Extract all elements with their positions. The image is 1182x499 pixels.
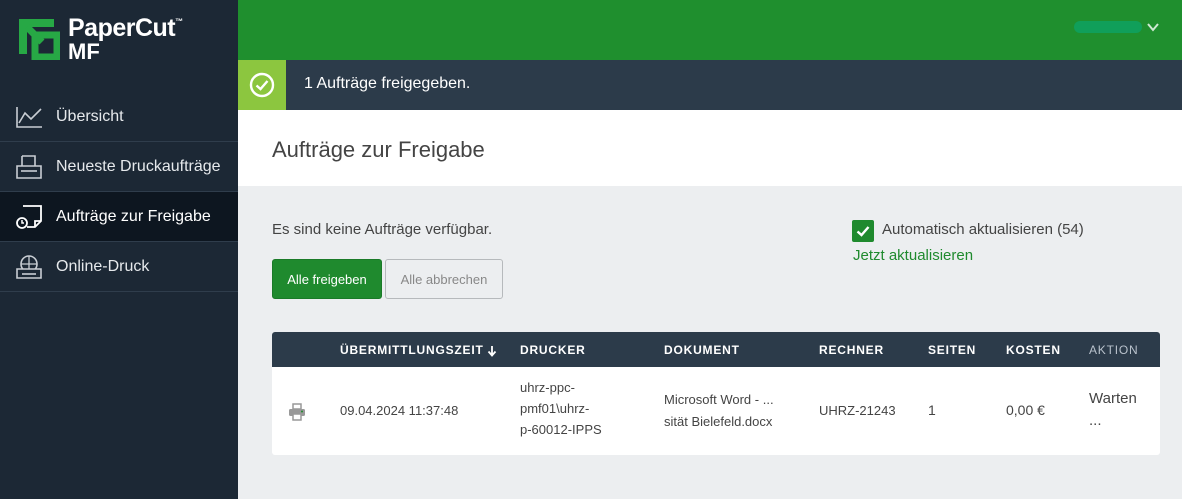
check-circle-icon xyxy=(249,72,275,98)
job-time: 09.04.2024 11:37:48 xyxy=(340,403,459,418)
column-header-document[interactable]: DOKUMENT xyxy=(664,343,740,357)
chart-icon xyxy=(14,103,44,131)
column-header-pages[interactable]: SEITEN xyxy=(928,343,976,357)
page-title: Aufträge zur Freigabe xyxy=(272,137,485,162)
sidebar-item-recent-jobs[interactable]: Neueste Druckaufträge xyxy=(0,142,238,192)
sidebar-item-label: Aufträge zur Freigabe xyxy=(56,207,211,225)
column-header-time[interactable]: ÜBERMITTLUNGSZEIT xyxy=(340,343,497,357)
job-cost: 0,00 € xyxy=(1006,402,1045,418)
auto-refresh-checkbox[interactable] xyxy=(852,220,874,242)
success-notice: 1 Aufträge freigegeben. xyxy=(238,60,1182,110)
job-printer: uhrz-ppc- pmf01\uhrz- p-60012-IPPS xyxy=(520,377,602,440)
job-document: Microsoft Word - ... sität Bielefeld.doc… xyxy=(664,389,774,433)
printer-line: pmf01\uhrz- xyxy=(520,401,590,416)
sidebar-item-label: Neueste Druckaufträge xyxy=(56,157,221,175)
release-jobs-icon xyxy=(14,203,44,231)
table-header: ÜBERMITTLUNGSZEIT DRUCKER DOKUMENT RECHN… xyxy=(272,332,1160,367)
logo-edition: MF xyxy=(68,39,100,64)
jobs-table: ÜBERMITTLUNGSZEIT DRUCKER DOKUMENT RECHN… xyxy=(272,332,1160,455)
sidebar-item-label: Übersicht xyxy=(56,107,124,125)
printer-line: p-60012-IPPS xyxy=(520,422,602,437)
web-print-icon xyxy=(14,253,44,281)
user-name-redacted[interactable] xyxy=(1074,21,1142,33)
release-all-button[interactable]: Alle freigeben xyxy=(272,259,382,299)
empty-message: Es sind keine Aufträge verfügbar. xyxy=(272,221,493,238)
notice-icon-area xyxy=(238,60,286,110)
column-header-computer[interactable]: RECHNER xyxy=(819,343,884,357)
sidebar-item-release-jobs[interactable]: Aufträge zur Freigabe xyxy=(0,192,238,242)
column-header-printer[interactable]: DRUCKER xyxy=(520,343,586,357)
notice-message: 1 Aufträge freigegeben. xyxy=(304,75,471,92)
top-bar xyxy=(238,0,1182,60)
job-pages: 1 xyxy=(928,402,936,418)
chevron-down-icon[interactable] xyxy=(1146,20,1160,34)
cancel-all-button[interactable]: Alle abbrechen xyxy=(385,259,503,299)
sort-desc-icon xyxy=(487,345,496,357)
document-line: Microsoft Word - ... xyxy=(664,392,774,407)
papercut-logo[interactable]: PaperCut™ MF xyxy=(16,14,216,64)
sidebar-item-web-print[interactable]: Online-Druck xyxy=(0,242,238,292)
action-line: ... xyxy=(1089,412,1102,429)
printer-line: uhrz-ppc- xyxy=(520,380,575,395)
action-line: Warten xyxy=(1089,390,1137,407)
job-computer: UHRZ-21243 xyxy=(819,403,896,418)
sidebar-item-label: Online-Druck xyxy=(56,257,150,275)
document-line: sität Bielefeld.docx xyxy=(664,414,773,429)
page-header: Aufträge zur Freigabe xyxy=(238,110,1182,186)
papercut-logo-icon xyxy=(19,19,60,60)
refresh-now-link[interactable]: Jetzt aktualisieren xyxy=(853,247,973,264)
sidebar-nav: Übersicht Neueste Druckaufträge Aufträge… xyxy=(0,92,238,292)
auto-refresh-label[interactable]: Automatisch aktualisieren (54) xyxy=(882,221,1084,238)
printer-icon xyxy=(289,403,305,421)
sidebar: PaperCut™ MF Übersicht Neueste Druckauft… xyxy=(0,0,238,499)
column-header-cost[interactable]: KOSTEN xyxy=(1006,343,1061,357)
checkmark-icon xyxy=(856,226,870,237)
print-jobs-icon xyxy=(14,153,44,181)
sidebar-item-overview[interactable]: Übersicht xyxy=(0,92,238,142)
job-action-status: Warten ... xyxy=(1089,388,1137,432)
column-header-action: AKTION xyxy=(1089,343,1139,357)
